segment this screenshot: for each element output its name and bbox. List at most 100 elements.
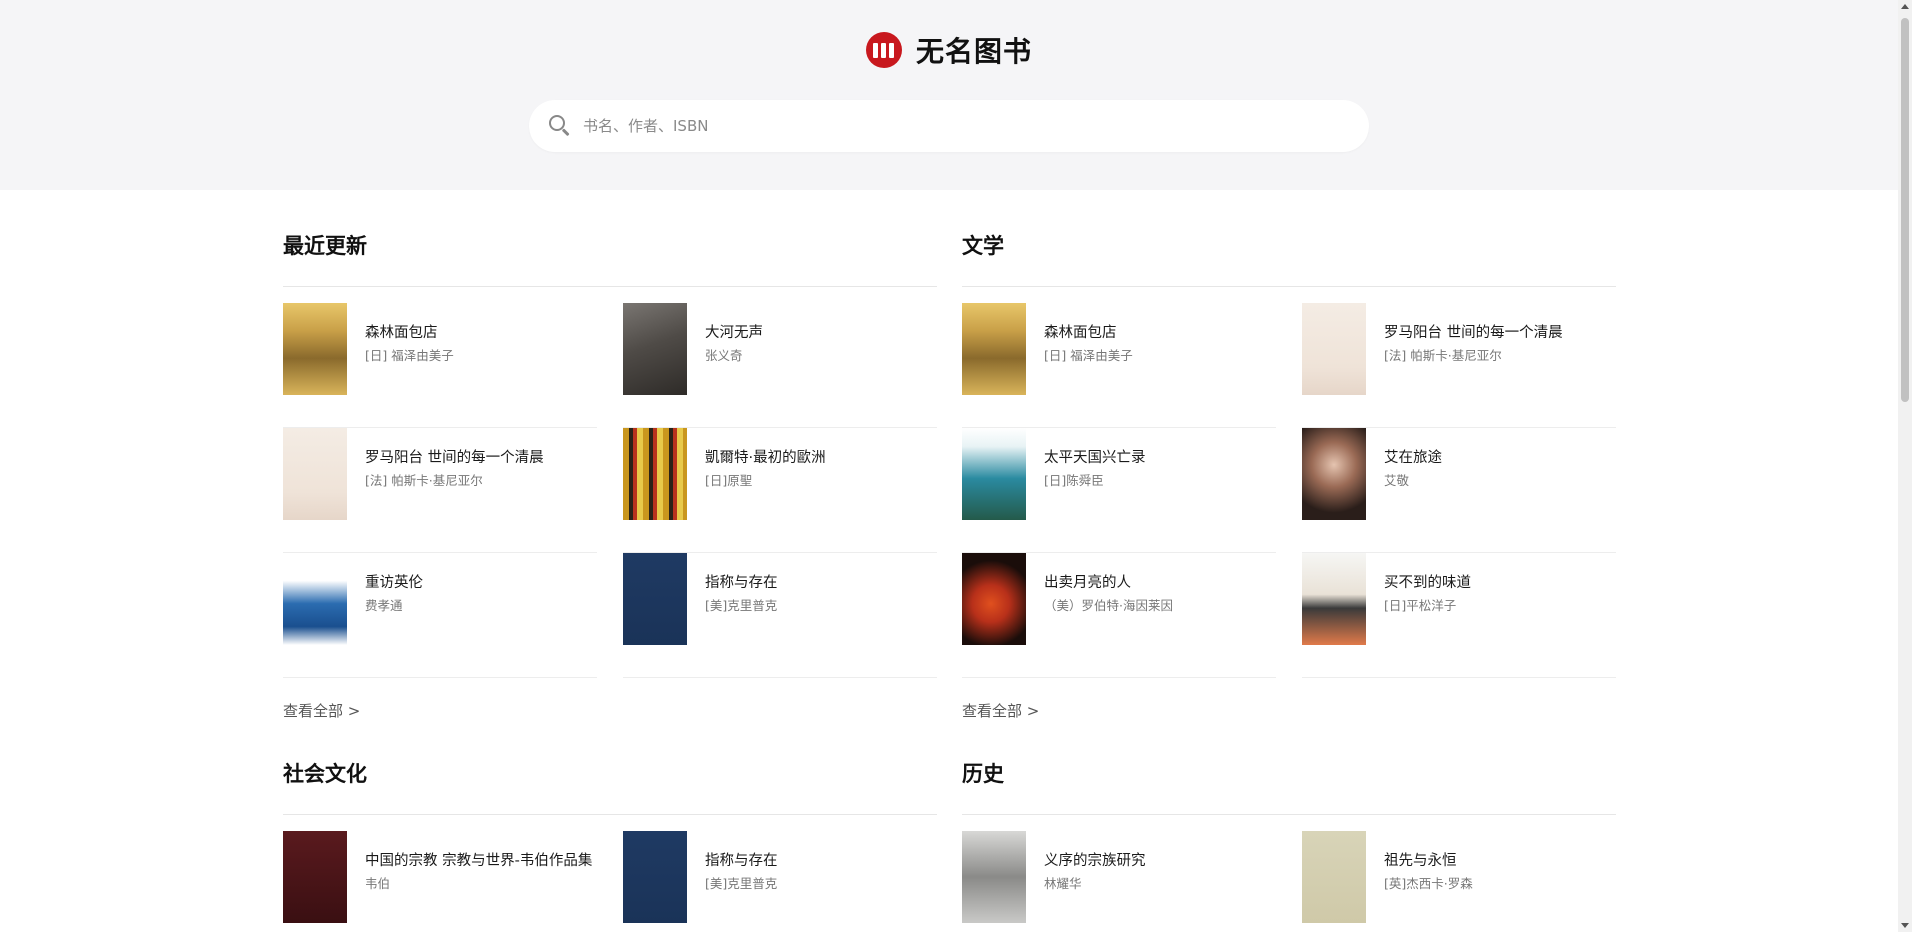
book-title[interactable]: 艾在旅途 — [1384, 448, 1616, 468]
book-meta: 指称与存在 [美]克里普克 — [705, 553, 937, 614]
book-cover[interactable] — [283, 303, 347, 395]
book-cover[interactable] — [283, 428, 347, 520]
section-literature: 文学 森林面包店 [日] 福泽由美子 罗马阳台 世间的每一个清晨 [法] 帕斯卡·基尼… — [962, 228, 1616, 721]
brand[interactable]: 无名图书 — [0, 30, 1898, 70]
book-cover-image — [283, 303, 347, 395]
book-author: 费孝通 — [365, 598, 403, 613]
book-item[interactable]: 中国的宗教 宗教与世界-韦伯作品集韦伯 — [283, 831, 597, 932]
book-item[interactable]: 罗马阳台 世间的每一个清晨 [法] 帕斯卡·基尼亚尔 — [283, 428, 597, 553]
book-author: [日] 福泽由美子 — [1044, 348, 1133, 363]
book-author: [法] 帕斯卡·基尼亚尔 — [1384, 348, 1502, 363]
book-cover[interactable] — [962, 428, 1026, 520]
book-author: [法] 帕斯卡·基尼亚尔 — [365, 473, 483, 488]
book-title[interactable]: 森林面包店 — [1044, 323, 1276, 343]
book-cover-image — [1302, 428, 1366, 520]
book-item[interactable]: 艾在旅途 艾敬 — [1302, 428, 1616, 553]
book-cover-image — [283, 428, 347, 520]
section-title: 历史 — [962, 761, 1004, 786]
section-society-culture: 社会文化 中国的宗教 宗教与世界-韦伯作品集韦伯 指称与存在 [美]克里普克 — [283, 756, 937, 932]
book-item[interactable]: 祖先与永恒 [英]杰西卡·罗森 — [1302, 831, 1616, 932]
book-author: （美）罗伯特·海因莱因 — [1044, 598, 1173, 613]
book-title[interactable]: 祖先与永恒 — [1384, 851, 1616, 871]
section-divider — [283, 286, 937, 287]
book-item[interactable]: 森林面包店 [日] 福泽由美子 — [962, 303, 1276, 428]
logo-icon[interactable] — [865, 32, 902, 68]
book-cover-image — [962, 428, 1026, 520]
book-author: 林耀华 — [1044, 876, 1082, 891]
book-item[interactable]: 太平天国兴亡录 [日]陈舜臣 — [962, 428, 1276, 553]
book-title[interactable]: 出卖月亮的人 — [1044, 573, 1276, 593]
book-author: 韦伯 — [365, 876, 391, 891]
site-header: 无名图书 — [0, 0, 1898, 190]
book-meta: 中国的宗教 宗教与世界-韦伯作品集韦伯 — [365, 831, 597, 892]
search-input[interactable] — [583, 117, 1323, 135]
book-cover[interactable] — [623, 428, 687, 520]
book-meta: 指称与存在 [美]克里普克 — [705, 831, 937, 892]
scroll-up-icon[interactable] — [1901, 4, 1909, 9]
book-meta: 大河无声 张义奇 — [705, 303, 937, 364]
book-cover[interactable] — [623, 553, 687, 645]
book-title[interactable]: 森林面包店 — [365, 323, 597, 343]
book-cover-image — [623, 428, 687, 520]
book-item[interactable]: 重访英伦 费孝通 — [283, 553, 597, 678]
search-icon — [549, 115, 571, 137]
book-item[interactable]: 罗马阳台 世间的每一个清晨 [法] 帕斯卡·基尼亚尔 — [1302, 303, 1616, 428]
view-all-link[interactable]: 查看全部 > — [283, 700, 360, 721]
book-item[interactable]: 买不到的味道 [日]平松洋子 — [1302, 553, 1616, 678]
book-title[interactable]: 罗马阳台 世间的每一个清晨 — [1384, 323, 1616, 343]
search-bar[interactable] — [529, 100, 1369, 152]
view-all-link[interactable]: 查看全部 > — [962, 700, 1039, 721]
book-item[interactable]: 义序的宗族研究林耀华 — [962, 831, 1276, 932]
book-author: [美]克里普克 — [705, 598, 778, 613]
book-title[interactable]: 义序的宗族研究 — [1044, 851, 1276, 871]
book-title[interactable]: 大河无声 — [705, 323, 937, 343]
book-meta: 凱爾特·最初的歐洲 [日]原聖 — [705, 428, 937, 489]
book-cover-image — [283, 553, 347, 645]
book-grid: 义序的宗族研究林耀华 祖先与永恒 [英]杰西卡·罗森 — [962, 831, 1616, 932]
book-cover[interactable] — [1302, 831, 1366, 923]
book-title[interactable]: 重访英伦 — [365, 573, 597, 593]
section-recent: 最近更新 森林面包店 [日] 福泽由美子 大河无声 张义奇 罗马阳台 世间的每一个清晨 [… — [283, 228, 937, 721]
book-author: [英]杰西卡·罗森 — [1384, 876, 1473, 891]
book-cover[interactable] — [962, 303, 1026, 395]
page-scrollbar[interactable] — [1898, 0, 1912, 932]
section-divider — [283, 814, 937, 815]
book-cover[interactable] — [623, 303, 687, 395]
book-item[interactable]: 出卖月亮的人 （美）罗伯特·海因莱因 — [962, 553, 1276, 678]
book-title[interactable]: 中国的宗教 宗教与世界-韦伯作品集 — [365, 851, 597, 871]
book-cover[interactable] — [283, 553, 347, 645]
book-cover[interactable] — [1302, 428, 1366, 520]
book-item[interactable]: 森林面包店 [日] 福泽由美子 — [283, 303, 597, 428]
book-title[interactable]: 罗马阳台 世间的每一个清晨 — [365, 448, 597, 468]
section-title: 社会文化 — [283, 761, 367, 786]
book-cover[interactable] — [962, 553, 1026, 645]
section-history: 历史 义序的宗族研究林耀华 祖先与永恒 [英]杰西卡·罗森 — [962, 756, 1616, 932]
book-cover[interactable] — [283, 831, 347, 923]
book-meta: 义序的宗族研究林耀华 — [1044, 831, 1276, 892]
book-item[interactable]: 指称与存在 [美]克里普克 — [623, 553, 937, 678]
book-title[interactable]: 买不到的味道 — [1384, 573, 1616, 593]
book-title[interactable]: 太平天国兴亡录 — [1044, 448, 1276, 468]
book-cover[interactable] — [623, 831, 687, 923]
book-cover-image — [1302, 553, 1366, 645]
book-cover-image — [623, 831, 687, 923]
book-author: 艾敬 — [1384, 473, 1410, 488]
book-item[interactable]: 大河无声 张义奇 — [623, 303, 937, 428]
book-meta: 重访英伦 费孝通 — [365, 553, 597, 614]
scroll-down-icon[interactable] — [1901, 923, 1909, 928]
book-cover[interactable] — [1302, 303, 1366, 395]
book-cover[interactable] — [1302, 553, 1366, 645]
book-title[interactable]: 凱爾特·最初的歐洲 — [705, 448, 937, 468]
scroll-thumb[interactable] — [1901, 18, 1909, 402]
book-item[interactable]: 凱爾特·最初的歐洲 [日]原聖 — [623, 428, 937, 553]
book-cover-image — [962, 303, 1026, 395]
book-cover[interactable] — [962, 831, 1026, 923]
book-cover-image — [962, 553, 1026, 645]
book-title[interactable]: 指称与存在 — [705, 573, 937, 593]
book-meta: 祖先与永恒 [英]杰西卡·罗森 — [1384, 831, 1616, 892]
site-title[interactable]: 无名图书 — [916, 30, 1032, 70]
book-item[interactable]: 指称与存在 [美]克里普克 — [623, 831, 937, 932]
section-divider — [962, 286, 1616, 287]
book-grid: 森林面包店 [日] 福泽由美子 大河无声 张义奇罗马阳台 世间的每一个清晨 [法] 帕斯… — [283, 303, 937, 678]
book-title[interactable]: 指称与存在 — [705, 851, 937, 871]
